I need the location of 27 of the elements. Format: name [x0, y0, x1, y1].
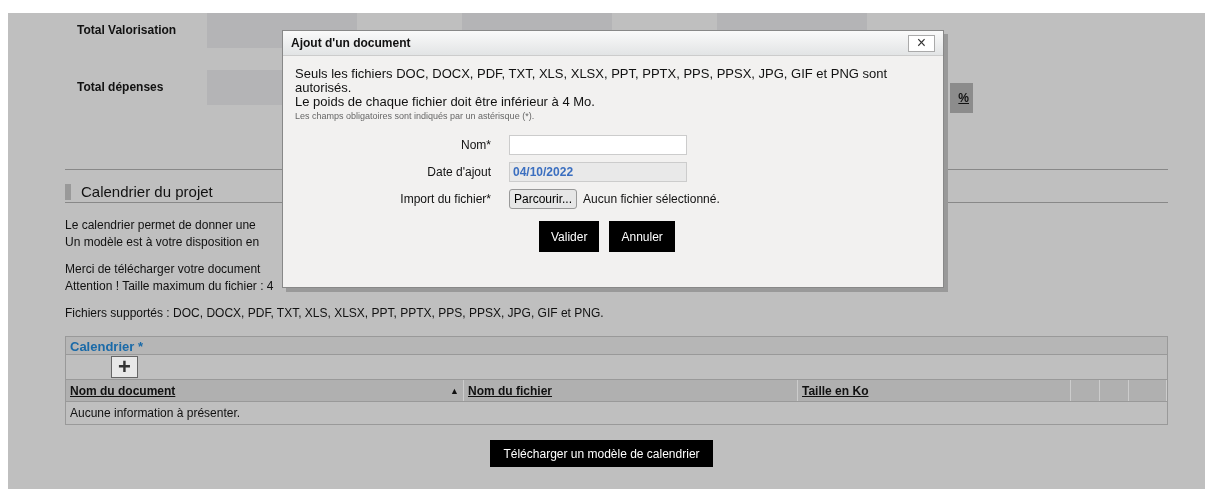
column-link[interactable]: Nom du document — [70, 383, 176, 398]
paragraph-line: Un modèle est à votre disposition en — [65, 234, 260, 251]
empty-message: Aucune information à présenter. — [69, 405, 242, 422]
browse-button[interactable]: Parcourir... — [509, 189, 578, 209]
dialog-button[interactable]: Annuler — [609, 221, 675, 252]
sort-icon[interactable]: ▲ — [450, 385, 459, 396]
close-button[interactable]: × — [908, 34, 935, 52]
paragraph-line: Attention ! Taille maximum du fichier : 4 — [65, 278, 274, 295]
column-link[interactable]: Taille en Ko — [802, 383, 869, 398]
hint-text: Les champs obligatoires sont indiqués par un astérisque (*). — [295, 111, 536, 121]
add-button[interactable]: + — [111, 356, 138, 378]
column-link[interactable]: Nom du fichier — [468, 383, 552, 398]
dialog-button[interactable]: Valider — [539, 221, 600, 252]
input-field[interactable] — [509, 135, 687, 155]
dialog-title: Ajout d'un document — [291, 36, 411, 50]
total-label: Total dépenses — [76, 79, 165, 94]
paragraph-line: Merci de télécharger votre document — [65, 261, 261, 278]
info-text: Seuls les fichiers DOC, DOCX, PDF, TXT, XLS, XLSX, PPT, PPTX, PPS, PPSX, JPG, GIF et PNG sont autorisés. — [295, 67, 889, 95]
download-button[interactable]: Télécharger un modèle de calendrier — [490, 440, 713, 467]
field-label: Nom* — [460, 138, 491, 152]
percent-link[interactable]: % — [950, 83, 973, 113]
total-label: Total Valorisation — [76, 22, 178, 37]
table-title: Calendrier * — [66, 337, 1167, 355]
info-text: Le poids de chaque fichier doit être inférieur à 4 Mo. — [295, 95, 596, 109]
paragraph-line: Fichiers supportés : DOC, DOCX, PDF, TXT, XLS, XLSX, PPT, PPTX, PPS, PPSX, JPG, GIF et PNG. — [65, 305, 604, 322]
paragraph-line: Le calendrier permet de donner une — [65, 217, 256, 234]
field-label: Date d'ajout — [426, 165, 491, 179]
